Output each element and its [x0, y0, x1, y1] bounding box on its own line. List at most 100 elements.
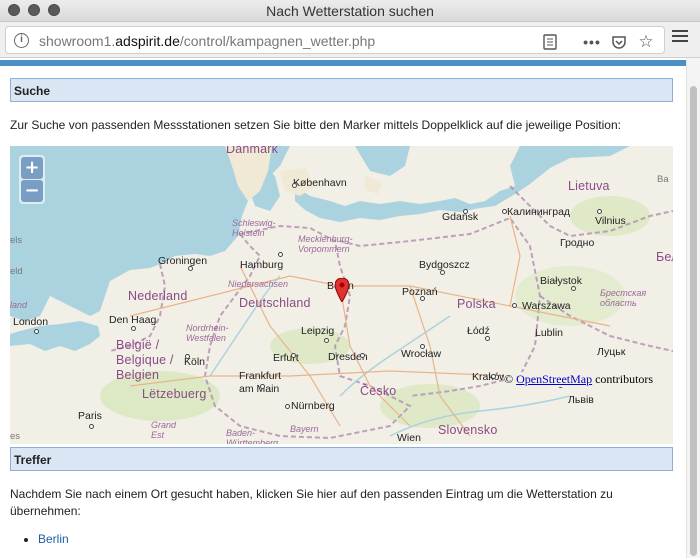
- results-section-heading: Treffer: [10, 447, 673, 471]
- browser-toolbar: i showroom1.adspirit.de/control/kampagne…: [0, 22, 700, 58]
- city-dot: [278, 252, 283, 257]
- map-label: Wrocław: [401, 348, 442, 360]
- map-label: Lietuva: [568, 179, 610, 193]
- map-zoom-control: + −: [19, 155, 45, 204]
- map-label: Den Haag: [109, 314, 157, 326]
- city-dot: [188, 266, 193, 271]
- city-dot: [89, 424, 94, 429]
- city-dot: [131, 326, 136, 331]
- map-label: Kraków: [472, 371, 508, 383]
- map-label: Leipzig: [301, 325, 335, 337]
- city-dot: [420, 296, 425, 301]
- city-dot: [360, 353, 365, 358]
- map-label: Białystok: [540, 275, 583, 287]
- map-label: es: [10, 431, 21, 442]
- city-dot: [502, 209, 507, 214]
- city-dot: [185, 354, 190, 359]
- station-map[interactable]: Danmark København Lietuva Ba Калининград…: [10, 146, 673, 444]
- map-label: Schleswig-Holstein: [232, 218, 276, 238]
- map-label: Калининград: [507, 206, 571, 218]
- map-label: Wien: [397, 432, 421, 444]
- page-header-strip: [0, 60, 686, 66]
- address-bar[interactable]: i showroom1.adspirit.de/control/kampagne…: [5, 26, 665, 54]
- city-dot: [440, 270, 445, 275]
- url-prefix: showroom1.: [39, 33, 116, 49]
- city-dot: [485, 336, 490, 341]
- map-label: London: [13, 316, 49, 328]
- url-domain: adspirit.de: [115, 33, 180, 49]
- info-icon[interactable]: i: [14, 33, 29, 48]
- map-label: Lublin: [535, 327, 564, 339]
- city-dot: [491, 374, 496, 379]
- map-label: Grand Est: [151, 420, 177, 440]
- city-dot: [34, 329, 39, 334]
- city-dot: [463, 209, 468, 214]
- map-label: Frankfurt am Main: [239, 370, 282, 395]
- city-dot: [571, 286, 576, 291]
- map-label: Gdańsk: [442, 211, 479, 223]
- map-label: els: [10, 235, 23, 246]
- map-label: Bayern: [290, 424, 319, 434]
- search-instruction: Zur Suche von passenden Messstationen se…: [10, 118, 621, 132]
- openstreetmap-link[interactable]: OpenStreetMap: [516, 372, 592, 386]
- window-title: Nach Wetterstation suchen: [266, 3, 434, 19]
- scrollbar-thumb[interactable]: [690, 86, 697, 556]
- url-text[interactable]: showroom1.adspirit.de/control/kampagnen_…: [39, 33, 375, 49]
- map-attribution: © OpenStreetMap contributors: [504, 372, 654, 387]
- map-label: Warszawa: [522, 300, 571, 312]
- map-label: Groningen: [158, 255, 208, 267]
- map-label: Гродно: [560, 237, 595, 249]
- city-dot: [324, 338, 329, 343]
- pocket-icon[interactable]: [610, 34, 628, 50]
- city-dot: [291, 353, 296, 358]
- map-label: Nordrhein-Westfalen: [186, 323, 229, 343]
- map-label: Луцьк: [597, 346, 626, 358]
- map-label: Ba: [657, 174, 669, 185]
- page-scrollbar[interactable]: [686, 58, 700, 558]
- map-label: Hamburg: [240, 259, 284, 271]
- map-label: Slovensko: [438, 423, 498, 437]
- hamburger-menu-icon[interactable]: [672, 30, 688, 46]
- city-dot: [292, 183, 297, 188]
- list-item: Berlin: [38, 532, 69, 546]
- map-label: Deutschland: [239, 296, 311, 310]
- city-dot: [285, 404, 290, 409]
- zoom-in-button[interactable]: +: [21, 157, 43, 179]
- city-dot: [420, 344, 425, 349]
- map-label: København: [293, 177, 347, 189]
- map-label: Nederland: [128, 289, 188, 303]
- results-list: Berlin: [38, 532, 69, 546]
- map-label: Львів: [568, 394, 594, 406]
- map-label: Брестская область: [600, 288, 647, 308]
- map-label: land: [10, 300, 28, 310]
- map-label: eld: [10, 266, 23, 277]
- city-dot: [260, 384, 265, 389]
- map-label: Baden-Württemberg: [226, 428, 279, 444]
- result-link-berlin[interactable]: Berlin: [38, 532, 69, 546]
- results-instruction: Nachdem Sie nach einem Ort gesucht haben…: [10, 487, 613, 518]
- map-label: Danmark: [226, 146, 279, 156]
- city-dot: [512, 303, 517, 308]
- map-label: Bydgoszcz: [419, 259, 470, 271]
- search-section-heading: Suche: [10, 78, 673, 102]
- attribution-copyright: ©: [504, 372, 514, 386]
- city-dot: [597, 209, 602, 214]
- more-actions-icon[interactable]: •••: [583, 34, 601, 50]
- bookmark-star-icon[interactable]: ☆: [637, 33, 655, 50]
- zoom-out-button[interactable]: −: [21, 180, 43, 202]
- attribution-suffix: contributors: [595, 372, 654, 386]
- reader-view-icon[interactable]: [541, 34, 559, 50]
- map-label: Polska: [457, 297, 496, 311]
- map-label: Niedersachsen: [228, 279, 289, 289]
- url-path: /control/kampagnen_wetter.php: [179, 33, 376, 49]
- map-label: Lëtzebuerg: [142, 387, 207, 401]
- map-label: Nürnberg: [291, 400, 335, 412]
- map-label: Paris: [78, 410, 102, 422]
- map-label: Mecklenburg-Vorpommern: [298, 234, 353, 254]
- window-titlebar: Nach Wetterstation suchen: [0, 0, 700, 22]
- location-marker-icon[interactable]: [335, 278, 349, 302]
- map-label: Česko: [360, 384, 397, 398]
- map-label: Бел: [656, 250, 673, 264]
- map-label: Vilnius: [595, 215, 626, 227]
- map-label: België / Belgique / Belgien: [116, 338, 174, 382]
